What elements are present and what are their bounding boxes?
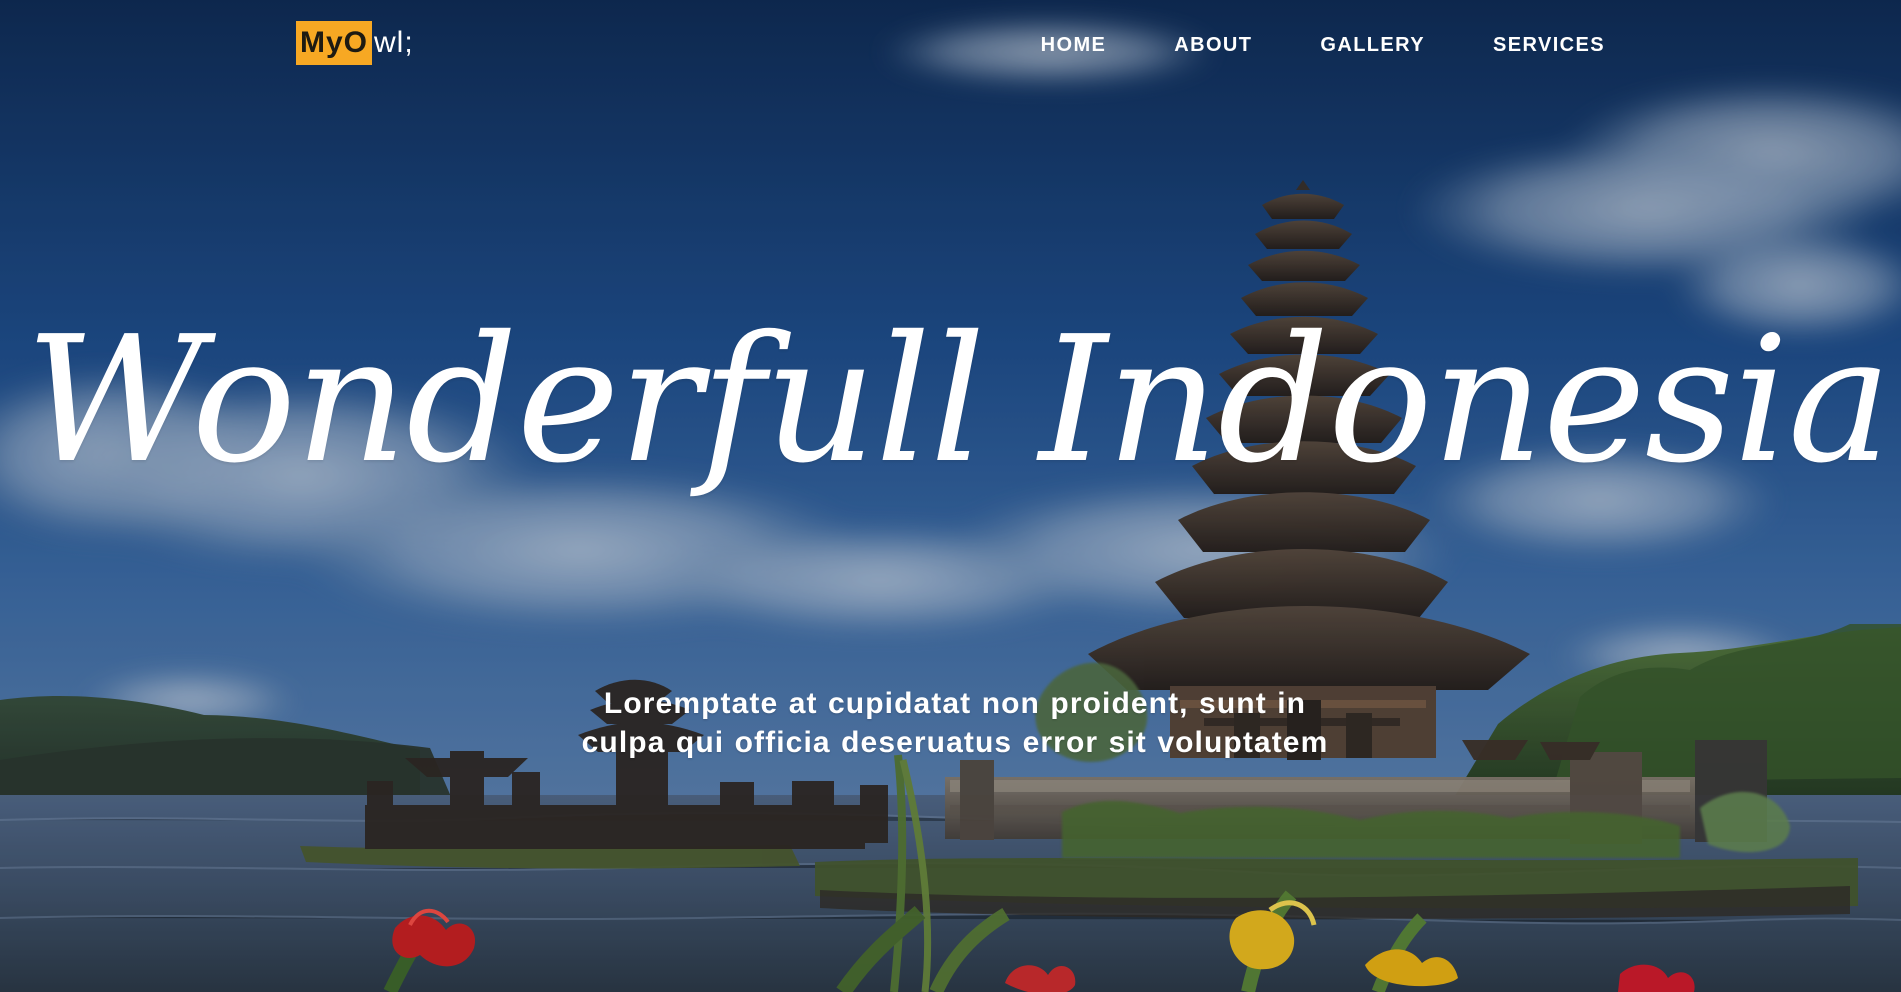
hero-title: Wonderfull Indonesia [25,299,1891,502]
hero-description-line-2: culpa qui officia deseruatus error sit v… [581,726,1329,759]
brand-logo[interactable]: MyO wl; [296,21,414,65]
nav-home-link[interactable]: HOME [1041,28,1107,62]
hero-description: Loremptate at cupidatat non proident, su… [520,684,1390,762]
main-navigation: HOME ABOUT GALLERY SERVICES [1041,28,1605,62]
landing-page: MyO wl; HOME ABOUT GALLERY SERVICES Wond… [0,0,1901,992]
top-navigation-bar: MyO wl; HOME ABOUT GALLERY SERVICES [0,0,1901,90]
nav-services-link[interactable]: SERVICES [1493,28,1605,62]
nav-gallery-link[interactable]: GALLERY [1320,28,1425,62]
logo-highlight: MyO [296,21,373,65]
hero-description-line-1: Loremptate at cupidatat non proident, su… [603,687,1307,720]
nav-about-link[interactable]: ABOUT [1174,28,1252,62]
logo-text: wl; [374,26,414,59]
